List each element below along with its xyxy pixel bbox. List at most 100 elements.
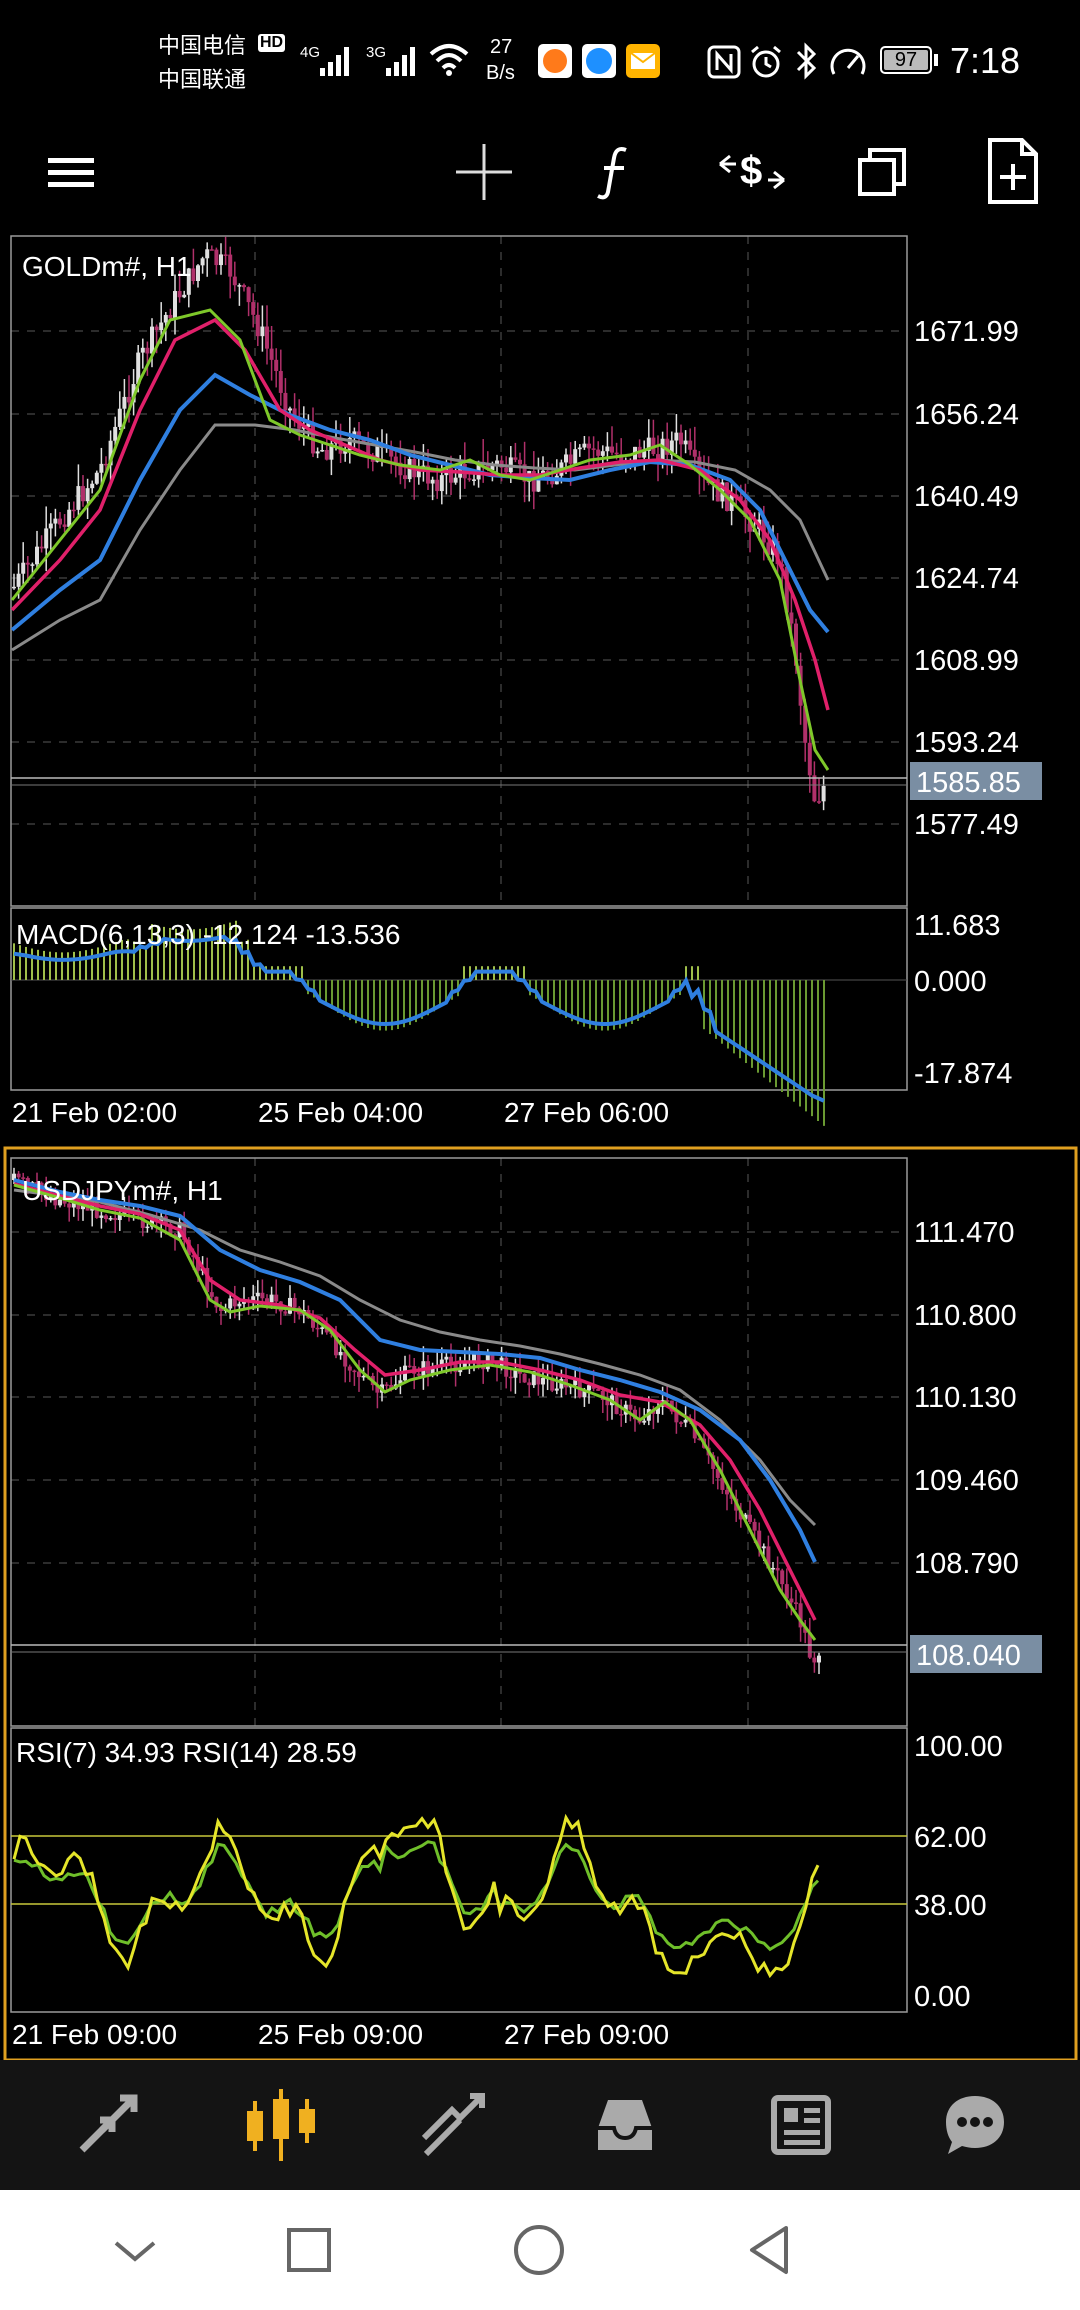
chart-usdjpy[interactable]: USDJPYm#, H1 111.470 110.800 110.130 109.46… [3, 1146, 1078, 2062]
candle-body [260, 326, 265, 337]
candle-body [338, 1351, 343, 1356]
sys-collapse-button[interactable] [100, 2215, 170, 2285]
candle-body [71, 509, 76, 512]
candle-body [430, 479, 435, 484]
news-icon [771, 2095, 831, 2155]
candle-body [748, 1514, 752, 1522]
candle-body [99, 1215, 104, 1218]
nav-messages[interactable] [920, 2080, 1030, 2170]
candle-body [587, 1385, 591, 1391]
candle-body [265, 326, 269, 349]
svg-text:$: $ [740, 149, 762, 193]
speed-unit: B/s [486, 62, 515, 84]
candle-body [407, 1365, 412, 1368]
candle-body [439, 475, 444, 492]
rsi-level-62-label: 62.00 [914, 1822, 987, 1854]
gold-candles [12, 236, 826, 811]
candle-body [416, 1373, 421, 1376]
charts-canvas[interactable]: GOLDm#, H1 1671.99 1656.24 1640.49 1624.74 1… [0, 222, 1080, 2062]
candle-body [357, 1371, 361, 1378]
trade-button[interactable]: $ [716, 140, 788, 204]
candle-body [522, 1373, 527, 1383]
candle-body [251, 302, 256, 315]
gold-grid [11, 236, 907, 906]
candle-body [292, 1297, 297, 1308]
candle-body [117, 408, 122, 427]
menu-button[interactable] [40, 144, 104, 200]
price-axis-label: 1656.24 [914, 399, 1019, 431]
chart-gold[interactable]: GOLDm#, H1 1671.99 1656.24 1640.49 1624.74 1… [10, 235, 1042, 1128]
price-axis-label: 1608.99 [914, 645, 1019, 677]
sys-home-button[interactable] [504, 2215, 574, 2285]
nav-quotes[interactable] [52, 2080, 162, 2170]
candle-body [58, 518, 62, 525]
candle-body [614, 452, 619, 455]
candle-body [812, 775, 817, 802]
candle-body [435, 479, 440, 492]
nav-history[interactable] [570, 2080, 680, 2170]
square-icon [287, 2228, 331, 2272]
candle-body [53, 518, 58, 524]
candle-body [62, 524, 67, 527]
candle-body [108, 1218, 113, 1220]
candle-body [163, 314, 168, 323]
bottom-navigation [0, 2060, 1080, 2190]
candle-body [154, 326, 159, 331]
candle-body [628, 1404, 633, 1410]
usdjpy-current-price: 108.040 [916, 1640, 1021, 1672]
candle-body [518, 459, 522, 465]
candle-body [223, 254, 228, 256]
candle-body [688, 440, 693, 450]
gold-current-price: 1585.85 [916, 767, 1021, 799]
candle-body [228, 254, 233, 277]
candle-body [315, 451, 320, 454]
candle-body [269, 1294, 274, 1303]
usdjpy-time-label-2: 25 Feb 09:00 [258, 2019, 423, 2050]
new-order-button[interactable] [980, 136, 1044, 206]
macd-level-bottom: -17.874 [914, 1058, 1012, 1090]
candle-body [605, 446, 610, 452]
candle-body [315, 1327, 320, 1330]
candle-body [619, 1414, 624, 1416]
battery-icon: 97 [880, 46, 932, 74]
network-type-2: 3G [366, 44, 387, 61]
candle-body [541, 1378, 545, 1385]
nav-trade[interactable] [400, 2080, 510, 2170]
nav-news[interactable] [746, 2080, 856, 2170]
candle-body [821, 785, 826, 802]
rsi-panel-frame [10, 1727, 908, 2013]
candle-body [278, 371, 283, 393]
indicators-button[interactable] [586, 140, 650, 204]
usdjpy-ma-gray [13, 1188, 817, 1527]
candle-body [232, 1298, 237, 1307]
candle-body [384, 1384, 389, 1386]
candle-body [246, 287, 251, 303]
clock: 7:18 [950, 40, 1021, 81]
candle-body [752, 1521, 757, 1531]
trade-dollar-icon: $ [719, 149, 785, 193]
carrier-1: 中国电信 [158, 33, 247, 58]
candle-body [320, 1327, 325, 1329]
candle-body [573, 449, 578, 464]
candle-body [794, 1602, 798, 1604]
price-axis-label: 1671.99 [914, 316, 1019, 348]
gold-price-panel-frame [10, 235, 908, 907]
candle-body [237, 1303, 242, 1307]
macd-level-zero: 0.000 [914, 966, 987, 998]
sys-recents-button[interactable] [274, 2215, 344, 2285]
battery-tip [934, 54, 938, 66]
candle-body [99, 463, 104, 473]
quotes-arrows-icon [79, 2094, 138, 2153]
nav-charts[interactable] [226, 2080, 336, 2170]
candle-body [288, 408, 292, 411]
function-icon [597, 147, 627, 200]
candle-body [577, 447, 582, 450]
sys-back-button[interactable] [734, 2215, 804, 2285]
candle-body [403, 475, 407, 480]
windows-button[interactable] [850, 140, 914, 204]
rsi-level-0-label: 0.00 [914, 1981, 970, 2013]
chat-bubble-icon [946, 2096, 1004, 2154]
macd-signal-line [13, 934, 825, 1103]
crosshair-button[interactable] [452, 140, 516, 204]
carrier-2: 中国联通 [158, 67, 247, 92]
